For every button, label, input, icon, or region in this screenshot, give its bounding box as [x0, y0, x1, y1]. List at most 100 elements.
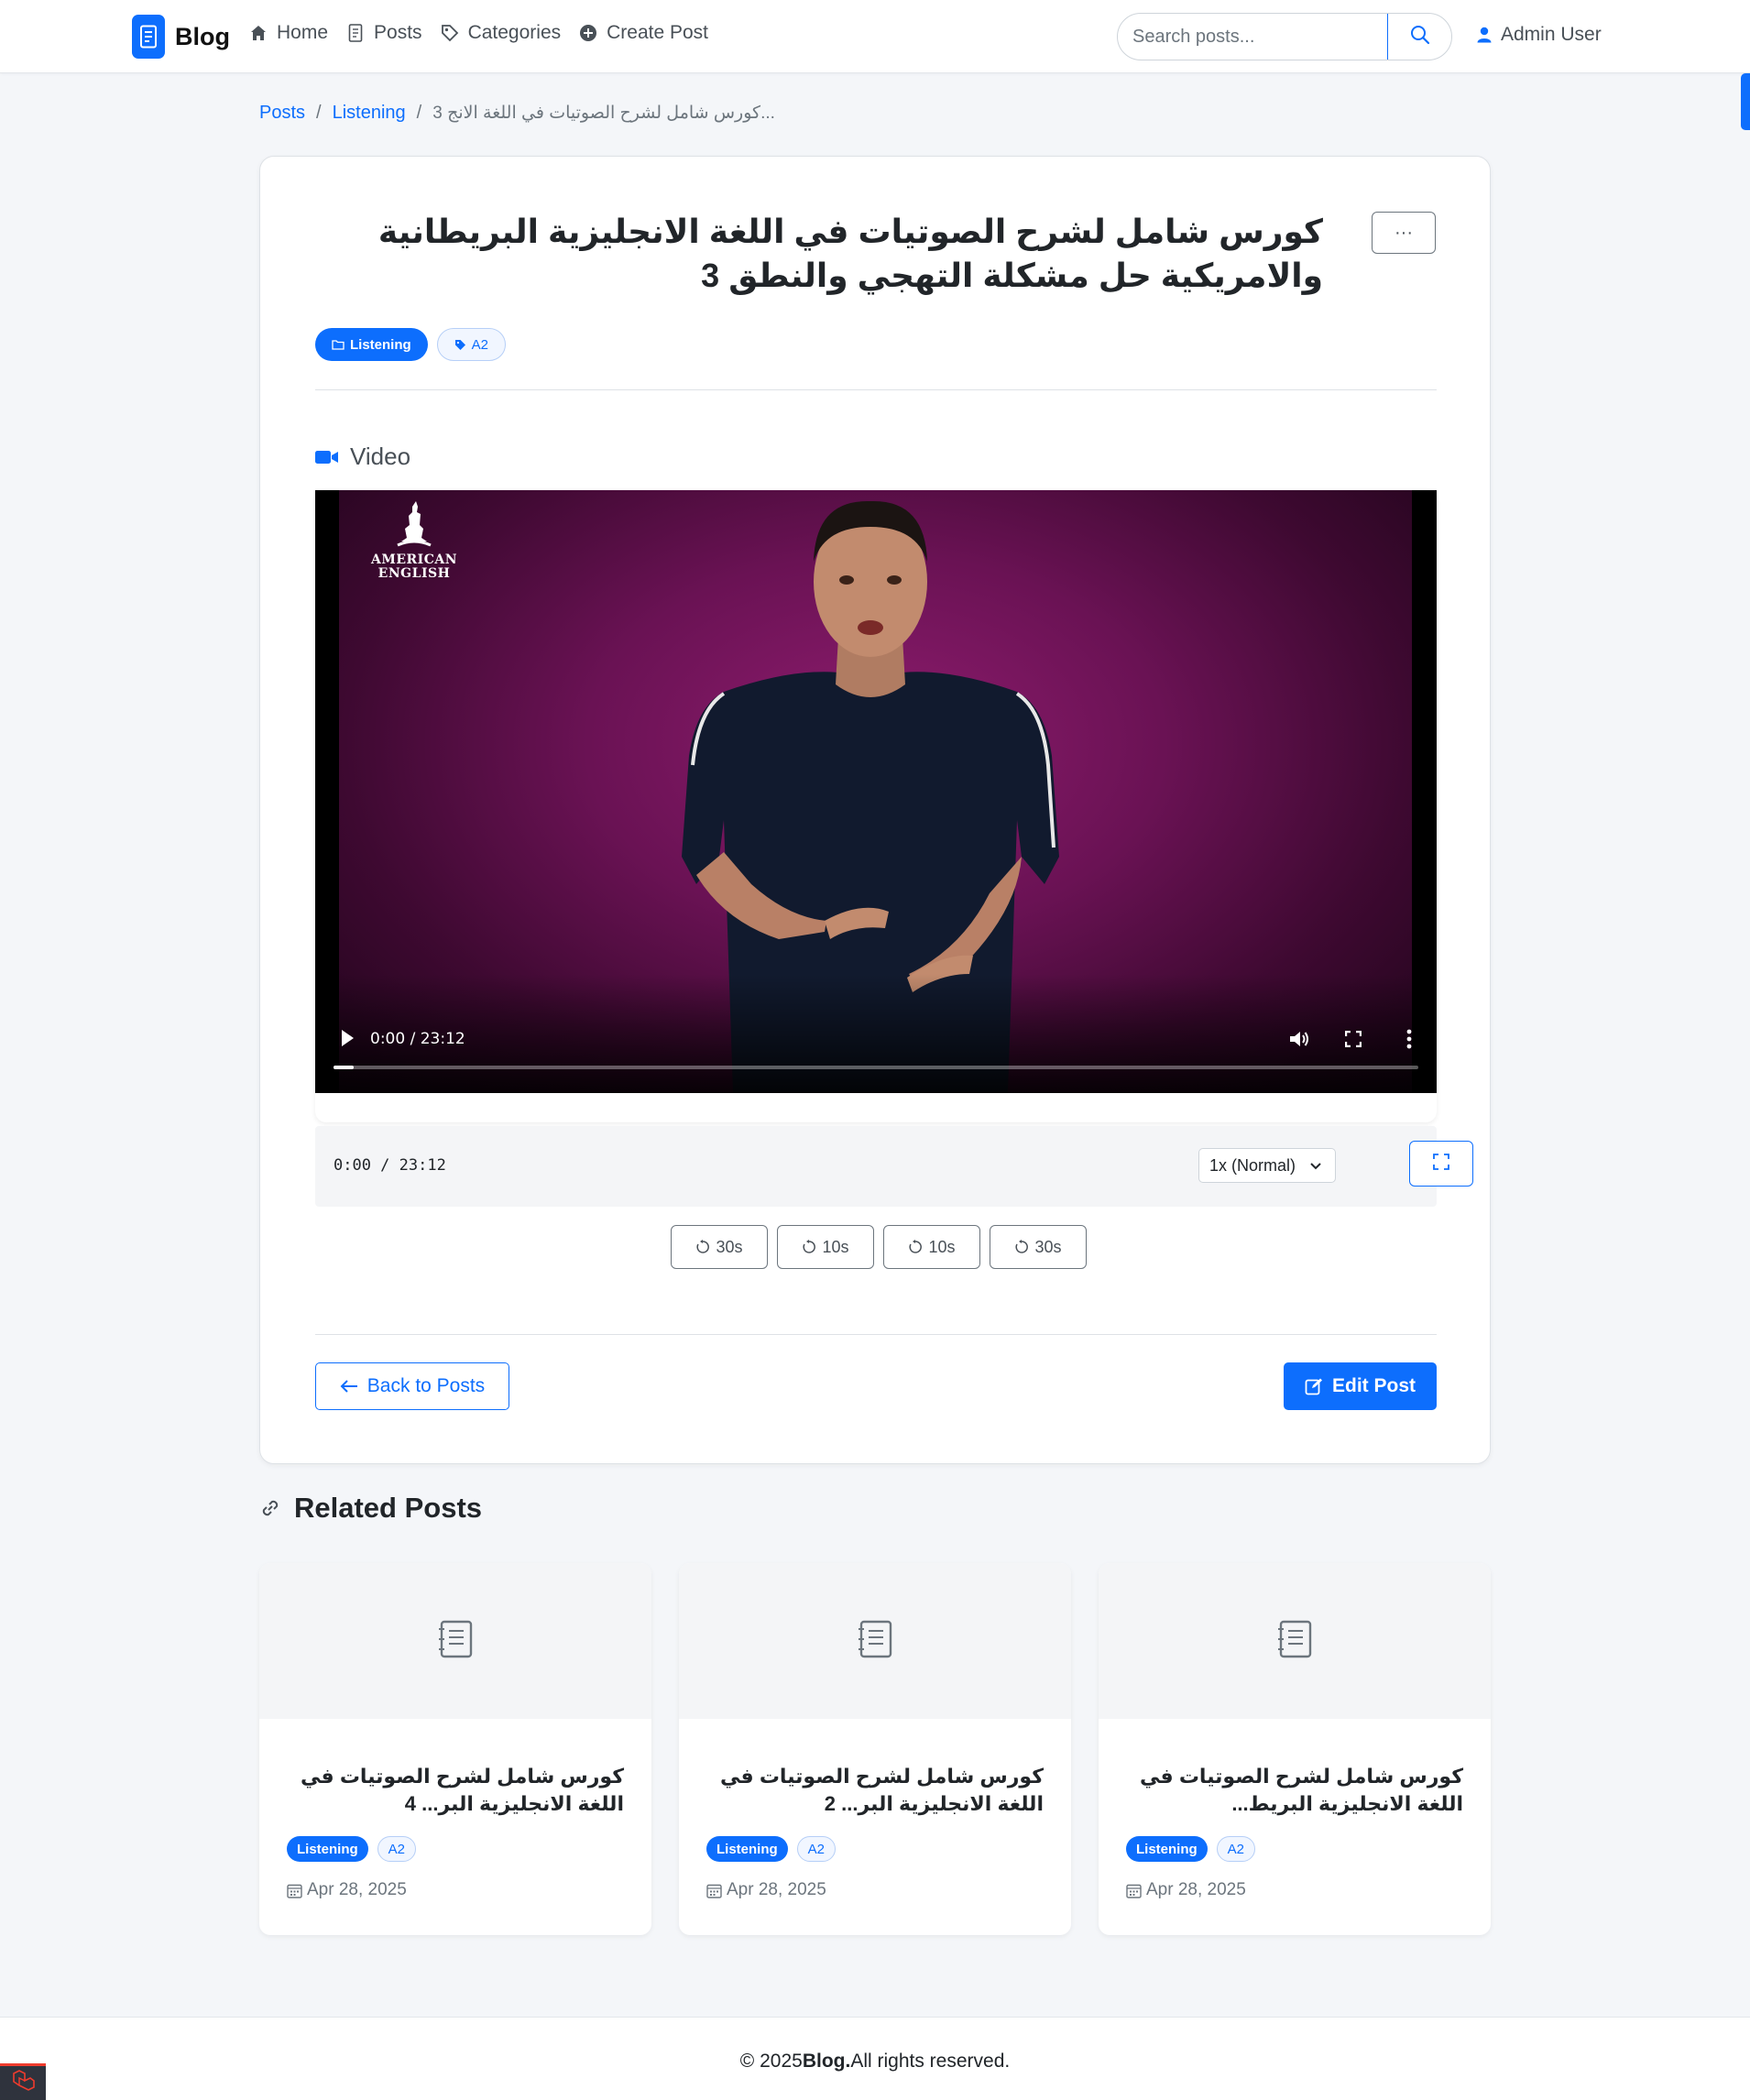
rewind-10-button[interactable]: 10s — [777, 1225, 874, 1269]
video-time: 0:00 / 23:12 — [370, 1030, 465, 1048]
more-vertical-icon[interactable] — [1406, 1029, 1412, 1054]
volume-icon[interactable] — [1288, 1029, 1310, 1054]
forward-icon — [908, 1240, 923, 1254]
rewind-30-button[interactable]: 30s — [671, 1225, 768, 1269]
link-icon — [259, 1497, 281, 1519]
nav-posts-label: Posts — [374, 22, 422, 43]
home-icon — [249, 24, 268, 42]
divider — [315, 389, 1437, 390]
chevron-down-icon — [1309, 1157, 1322, 1176]
copyright-suffix: All rights reserved. — [850, 2051, 1011, 2072]
back-to-posts-label: Back to Posts — [366, 1375, 486, 1396]
seek-buttons: 30s 10s 10s 30s — [671, 1225, 1096, 1269]
posts-icon — [346, 24, 365, 42]
nav-posts[interactable]: Posts — [346, 22, 422, 44]
breadcrumb: Posts / Listening / كورس شامل لشرح الصوت… — [259, 103, 775, 124]
related-post-title[interactable]: كورس شامل لشرح الصوتيات في اللغة الانجلي… — [1126, 1763, 1463, 1818]
playback-speed-select[interactable]: 1x (Normal) — [1198, 1148, 1336, 1183]
video-section-heading: Video — [315, 443, 410, 471]
related-post-tags: Listening A2 — [706, 1836, 845, 1862]
related-post-tags: Listening A2 — [287, 1836, 425, 1862]
post-card: كورس شامل لشرح الصوتيات في اللغة الانجلي… — [259, 156, 1491, 1464]
journal-icon — [132, 15, 165, 59]
copyright-text: © 2025Blog.All rights reserved. — [0, 2051, 1750, 2073]
breadcrumb-posts[interactable]: Posts — [259, 103, 305, 124]
post-tags: Listening A2 — [315, 328, 515, 361]
video-card: AMERICAN ENGLISH 0:00 / 23:12 — [315, 490, 1437, 1122]
category-badge[interactable]: Listening — [287, 1836, 368, 1862]
related-post-card[interactable]: كورس شامل لشرح الصوتيات في اللغة الانجلي… — [259, 1563, 651, 1935]
forward-30-label: 30s — [1034, 1237, 1062, 1256]
video-player[interactable]: AMERICAN ENGLISH 0:00 / 23:12 — [315, 490, 1437, 1093]
forward-10-button[interactable]: 10s — [883, 1225, 980, 1269]
level-label: A2 — [471, 336, 489, 353]
post-title: كورس شامل لشرح الصوتيات في اللغة الانجلي… — [377, 213, 1323, 294]
american-english-logo: AMERICAN ENGLISH — [368, 501, 460, 581]
plus-circle-icon — [579, 24, 597, 42]
breadcrumb-current: كورس شامل لشرح الصوتيات في اللغة الانج 3… — [432, 104, 775, 123]
back-to-posts-button[interactable]: Back to Posts — [315, 1362, 509, 1410]
level-badge[interactable]: A2 — [436, 328, 507, 361]
edit-post-label: Edit Post — [1331, 1375, 1416, 1396]
fullscreen-button[interactable] — [1409, 1141, 1473, 1187]
level-badge[interactable]: A2 — [377, 1836, 417, 1862]
edit-post-button[interactable]: Edit Post — [1284, 1362, 1437, 1410]
video-progress-fill — [334, 1066, 354, 1069]
rewind-icon — [695, 1240, 710, 1254]
debug-toolbar-toggle[interactable] — [0, 2063, 46, 2100]
expand-icon — [1432, 1153, 1450, 1176]
video-progress-track[interactable] — [334, 1066, 1418, 1069]
related-post-card[interactable]: كورس شامل لشرح الصوتيات في اللغة الانجلي… — [1099, 1563, 1491, 1935]
copyright-prefix: © 2025 — [739, 2051, 803, 2072]
category-badge[interactable]: Listening — [315, 328, 428, 361]
video-camera-icon — [315, 449, 339, 465]
journal-icon — [857, 1619, 893, 1664]
search-form — [1117, 13, 1452, 60]
tags-icon — [441, 24, 459, 42]
journal-icon — [1276, 1619, 1313, 1664]
video-controls-overlay — [315, 974, 1437, 1093]
search-button[interactable] — [1387, 14, 1451, 60]
related-post-title[interactable]: كورس شامل لشرح الصوتيات في اللغة الانجلي… — [287, 1763, 624, 1818]
level-badge[interactable]: A2 — [796, 1836, 837, 1862]
related-post-date: Apr 28, 2025 — [1126, 1880, 1246, 1900]
forward-icon — [1014, 1240, 1029, 1254]
related-post-title[interactable]: كورس شامل لشرح الصوتيات في اللغة الانجلي… — [706, 1763, 1044, 1818]
calendar-icon — [287, 1883, 302, 1898]
nav-links: Home Posts Categories Create Post — [249, 22, 727, 44]
player-time: 0:00 / 23:12 — [334, 1156, 446, 1175]
search-input[interactable] — [1118, 14, 1389, 60]
brand-name: Blog — [175, 22, 230, 50]
brand-link[interactable]: Blog — [132, 15, 230, 59]
nav-categories[interactable]: Categories — [441, 22, 562, 44]
nav-create-post[interactable]: Create Post — [579, 22, 708, 44]
tag-icon — [454, 339, 466, 351]
rewind-30-label: 30s — [716, 1237, 743, 1256]
statue-of-liberty-icon — [397, 501, 432, 547]
post-thumbnail — [1099, 1563, 1491, 1719]
edit-icon — [1305, 1377, 1323, 1395]
user-menu[interactable]: Admin User — [1477, 24, 1602, 46]
logo-line-2: ENGLISH — [377, 566, 451, 581]
scroll-handle[interactable] — [1741, 73, 1750, 130]
play-icon[interactable] — [339, 1028, 355, 1053]
nav-create-post-label: Create Post — [607, 22, 709, 43]
category-badge[interactable]: Listening — [1126, 1836, 1208, 1862]
arrow-left-icon — [340, 1379, 358, 1394]
related-post-card[interactable]: كورس شامل لشرح الصوتيات في اللغة الانجلي… — [679, 1563, 1071, 1935]
nav-home[interactable]: Home — [249, 22, 328, 44]
navbar: Blog Home Posts Categories Create Post A… — [0, 0, 1750, 73]
fullscreen-icon[interactable] — [1344, 1030, 1362, 1052]
calendar-icon — [1126, 1883, 1142, 1898]
forward-30-button[interactable]: 30s — [990, 1225, 1087, 1269]
nav-categories-label: Categories — [467, 22, 562, 43]
divider — [315, 1334, 1437, 1335]
category-badge[interactable]: Listening — [706, 1836, 788, 1862]
date-label: Apr 28, 2025 — [1146, 1880, 1246, 1899]
related-posts-title: Related Posts — [294, 1492, 483, 1524]
more-options-button[interactable]: ··· — [1372, 212, 1436, 254]
breadcrumb-listening[interactable]: Listening — [333, 103, 406, 124]
video-section-label: Video — [350, 443, 411, 470]
category-label: Listening — [350, 336, 411, 353]
level-badge[interactable]: A2 — [1216, 1836, 1256, 1862]
